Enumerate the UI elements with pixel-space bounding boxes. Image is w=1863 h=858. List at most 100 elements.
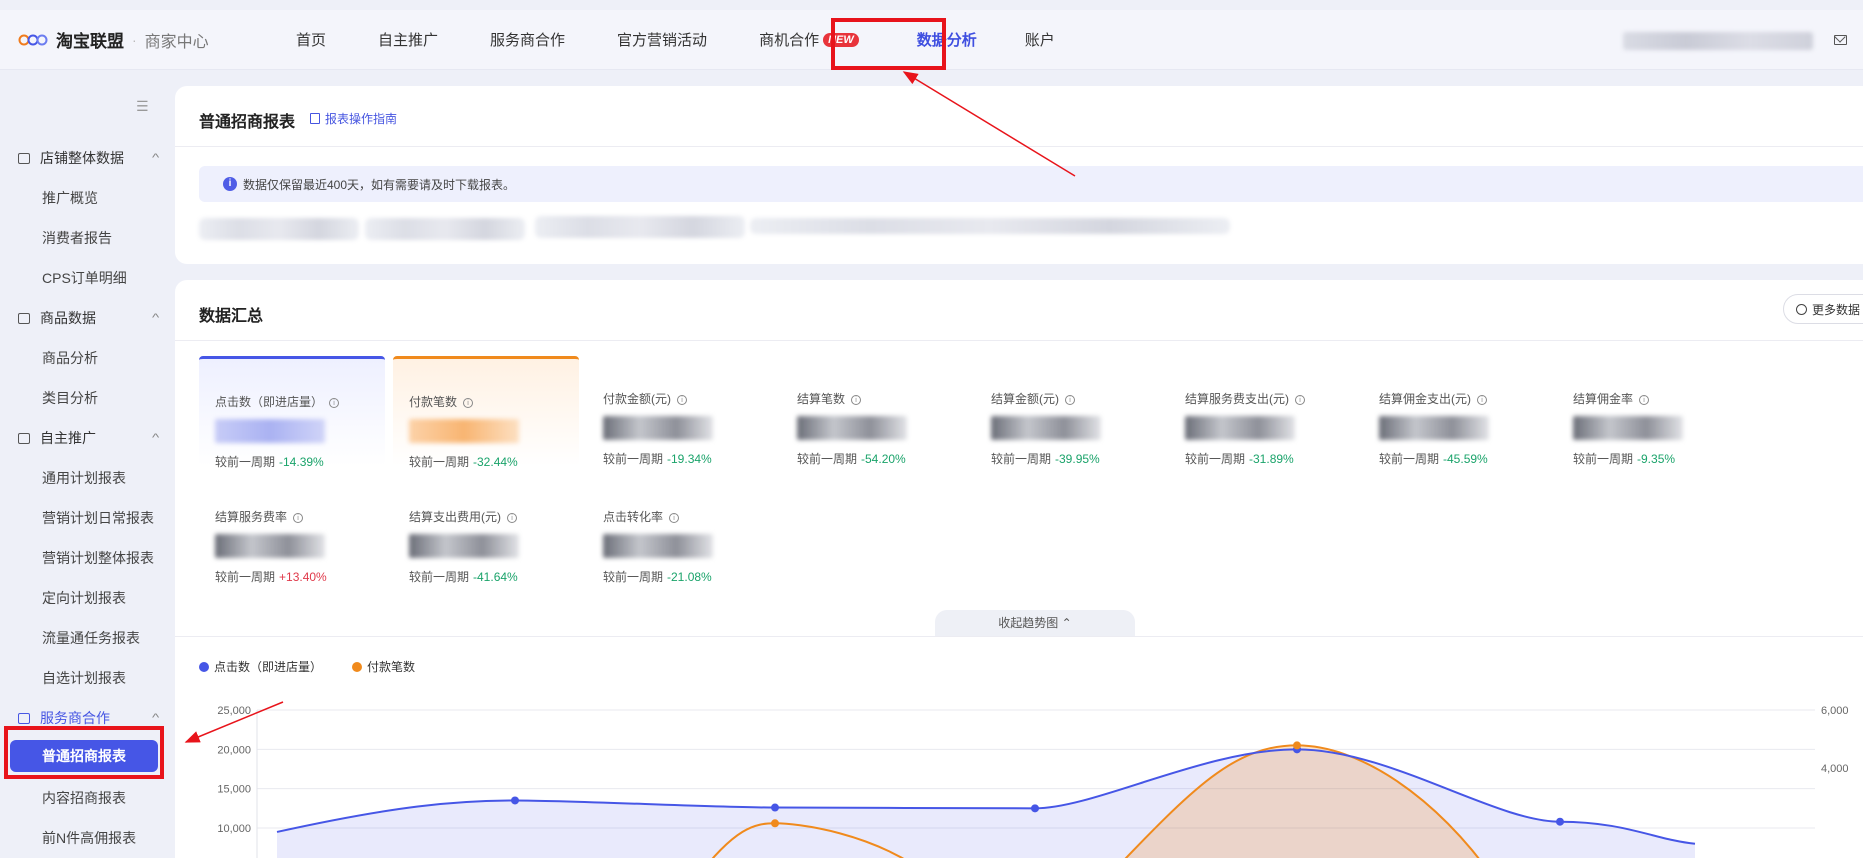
chevron-up-circle-icon: ⌃ <box>1061 616 1072 630</box>
sidebar-item-general-plan[interactable]: 通用计划报表 <box>42 468 126 488</box>
metric-comparison: 较前一周期 -32.44% <box>409 453 518 470</box>
y-right-tick-label: 6,000 <box>1821 705 1849 717</box>
comparison-value: -45.59% <box>1443 452 1488 466</box>
sidebar-item-traffic-task[interactable]: 流量通任务报表 <box>42 628 140 648</box>
info-icon[interactable]: i <box>293 512 304 523</box>
nav-official-campaigns[interactable]: 官方营销活动 <box>617 10 707 69</box>
metric-card[interactable]: 结算笔数 i 较前一周期 -54.20% <box>781 356 967 466</box>
sidebar-item-marketing-overall[interactable]: 营销计划整体报表 <box>42 548 154 568</box>
filter-redacted-1[interactable] <box>199 218 359 240</box>
metric-value-redacted <box>603 416 713 440</box>
metric-comparison: 较前一周期 -14.39% <box>215 453 324 470</box>
legend-label: 付款笔数 <box>367 660 416 674</box>
sidebar-item-overview[interactable]: 推广概览 <box>42 188 98 208</box>
menu-collapse-icon[interactable]: ☰ <box>136 98 149 115</box>
metric-label: 点击转化率 i <box>603 508 680 525</box>
more-data-button[interactable]: 更多数据 <box>1783 294 1863 324</box>
metric-card[interactable]: 结算佣金率 i 较前一周期 -9.35% <box>1557 356 1743 466</box>
highlight-box-sidebar-item <box>4 726 164 779</box>
sidebar-group-store[interactable]: 店铺整体数据 ^ <box>18 148 159 168</box>
info-icon[interactable]: i <box>329 397 340 408</box>
nav-service-provider[interactable]: 服务商合作 <box>490 10 565 69</box>
sidebar-item-targeted-plan[interactable]: 定向计划报表 <box>42 588 126 608</box>
data-point-payments[interactable] <box>771 819 779 828</box>
sidebar-group-self-promotion[interactable]: 自主推广 ^ <box>18 428 160 448</box>
nav-self-promotion-label: 自主推广 <box>378 32 439 49</box>
chevron-up-icon: ^ <box>151 432 160 444</box>
sidebar-item-consumer-report[interactable]: 消费者报告 <box>42 228 112 248</box>
comparison-prefix: 较前一周期 <box>215 455 276 469</box>
metric-card[interactable]: 结算服务费率 i 较前一周期 +13.40% <box>199 474 385 584</box>
data-point-payments[interactable] <box>1293 741 1301 750</box>
filter-redacted-3[interactable] <box>535 216 745 238</box>
legend-item-payments[interactable]: 付款笔数 <box>352 658 415 675</box>
sidebar-item-marketing-daily[interactable]: 营销计划日常报表 <box>42 508 154 528</box>
divider <box>175 340 1863 341</box>
info-icon[interactable]: i <box>1295 394 1305 405</box>
metric-card[interactable]: 结算金额(元) i 较前一周期 -39.95% <box>975 356 1161 466</box>
taobao-union-logo-icon <box>18 34 48 45</box>
info-icon[interactable]: i <box>463 397 474 408</box>
summary-title: 数据汇总 <box>199 308 264 325</box>
data-point-clicks[interactable] <box>1556 817 1564 826</box>
metric-comparison: 较前一周期 -19.34% <box>603 450 712 467</box>
comparison-value: -19.34% <box>667 452 712 466</box>
collapse-trend-button[interactable]: 收起趋势图 ⌃ <box>935 610 1135 636</box>
filter-redacted-2[interactable] <box>365 218 525 240</box>
metric-label-text: 结算支出费用(元) <box>409 510 501 524</box>
info-icon[interactable]: i <box>1639 394 1650 405</box>
metric-value-redacted <box>797 416 907 440</box>
metric-comparison: 较前一周期 -31.89% <box>1185 450 1294 467</box>
comparison-prefix: 较前一周期 <box>409 455 470 469</box>
metric-card[interactable]: 付款金额(元) i 较前一周期 -19.34% <box>587 356 773 466</box>
metric-comparison: 较前一周期 -54.20% <box>797 450 906 467</box>
comparison-value: -31.89% <box>1249 452 1294 466</box>
legend-item-clicks[interactable]: 点击数（即进店量） <box>199 658 322 675</box>
nav-self-promotion[interactable]: 自主推广 <box>378 10 438 69</box>
nav-account[interactable]: 账户 <box>1025 10 1055 69</box>
data-point-clicks[interactable] <box>1031 804 1039 813</box>
sidebar-item-selected-plan[interactable]: 自选计划报表 <box>42 668 126 688</box>
report-guide-link[interactable]: 报表操作指南 <box>310 110 397 127</box>
data-point-clicks[interactable] <box>511 796 519 805</box>
nav-home[interactable]: 首页 <box>296 10 326 69</box>
filter-redacted-4[interactable] <box>750 218 1230 234</box>
logo[interactable]: 淘宝联盟 · 商家中心 <box>18 27 278 52</box>
info-icon[interactable]: i <box>1477 394 1487 405</box>
sidebar-item-category-analysis[interactable]: 类目分析 <box>42 388 98 408</box>
metric-card[interactable]: 结算支出费用(元) i 较前一周期 -41.64% <box>393 474 579 584</box>
metric-label: 点击数（即进店量） i <box>215 393 340 410</box>
sidebar-item-content-recruitment[interactable]: 内容招商报表 <box>42 788 126 808</box>
info-icon[interactable]: i <box>669 512 680 523</box>
data-point-clicks[interactable] <box>771 803 779 812</box>
notice-text: 数据仅保留最近400天，如有需要请及时下载报表。 <box>243 177 516 192</box>
info-icon[interactable]: i <box>677 394 687 405</box>
brand-name: 淘宝联盟 <box>56 32 124 51</box>
comparison-prefix: 较前一周期 <box>1573 452 1634 466</box>
metric-card[interactable]: 点击数（即进店量） i 较前一周期 -14.39% <box>199 356 385 469</box>
user-info-redacted[interactable] <box>1623 32 1813 50</box>
sidebar-item-product-analysis[interactable]: 商品分析 <box>42 348 98 368</box>
metric-card[interactable]: 付款笔数 i 较前一周期 -32.44% <box>393 356 579 469</box>
sidebar-item-cps-orders[interactable]: CPS订单明细 <box>42 268 127 288</box>
sidebar-group-service-provider[interactable]: 服务商合作 ^ <box>18 708 159 728</box>
info-icon[interactable]: i <box>1065 394 1075 405</box>
comparison-prefix: 较前一周期 <box>603 452 664 466</box>
y-left-tick-label: 25,000 <box>217 705 251 717</box>
sidebar-item-top-n-commission[interactable]: 前N件高佣报表 <box>42 828 136 848</box>
metric-label: 结算佣金支出(元) i <box>1379 390 1487 407</box>
comparison-prefix: 较前一周期 <box>991 452 1052 466</box>
sidebar-group-product[interactable]: 商品数据 ^ <box>18 308 159 328</box>
comparison-value: -9.35% <box>1637 452 1676 466</box>
metric-card[interactable]: 结算佣金支出(元) i 较前一周期 -45.59% <box>1363 356 1549 466</box>
info-icon[interactable]: i <box>851 394 862 405</box>
mail-icon[interactable] <box>1834 35 1847 45</box>
y-left-tick-label: 10,000 <box>217 823 251 835</box>
nav-business-cooperation-label: 商机合作 <box>759 32 820 49</box>
info-icon[interactable]: i <box>507 512 517 523</box>
metric-comparison: 较前一周期 -39.95% <box>991 450 1100 467</box>
metric-label-text: 点击数（即进店量） <box>215 395 324 409</box>
metric-card[interactable]: 结算服务费支出(元) i 较前一周期 -31.89% <box>1169 356 1355 466</box>
legend-dot <box>352 661 363 672</box>
metric-card[interactable]: 点击转化率 i 较前一周期 -21.08% <box>587 474 773 584</box>
